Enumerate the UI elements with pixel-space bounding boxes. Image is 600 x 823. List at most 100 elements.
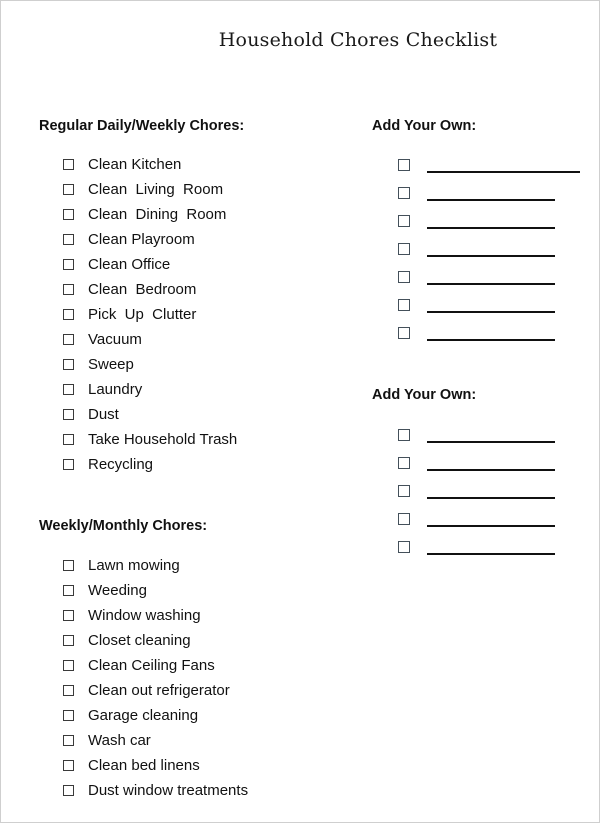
checklist-item-label: Closet cleaning [88, 632, 191, 649]
checkbox[interactable] [63, 209, 74, 220]
blank-checklist-item [398, 291, 580, 319]
write-in-line[interactable] [427, 199, 555, 201]
write-in-line[interactable] [427, 553, 555, 555]
blank-checklist-item [398, 151, 580, 179]
checklist-item: Take Household Trash [63, 427, 237, 452]
checkbox[interactable] [398, 187, 410, 199]
checkbox[interactable] [63, 234, 74, 245]
checkbox[interactable] [398, 159, 410, 171]
monthly-chores-list: Lawn mowing Weeding Window washing Closet c… [63, 553, 248, 803]
checklist-item-label: Lawn mowing [88, 557, 180, 574]
checklist-item: Clean Ceiling Fans [63, 653, 248, 678]
write-in-line[interactable] [427, 525, 555, 527]
checkbox[interactable] [63, 610, 74, 621]
checklist-item: Clean Bedroom [63, 277, 237, 302]
checkbox[interactable] [63, 785, 74, 796]
checkbox[interactable] [63, 685, 74, 696]
checkbox[interactable] [63, 184, 74, 195]
checklist-item-label: Clean Bedroom [88, 281, 197, 298]
checkbox[interactable] [63, 284, 74, 295]
checkbox[interactable] [63, 585, 74, 596]
checklist-item-label: Take Household Trash [88, 431, 238, 448]
write-in-line[interactable] [427, 227, 555, 229]
checklist-item-label: Wash car [88, 732, 151, 749]
checkbox[interactable] [63, 560, 74, 571]
write-in-line[interactable] [427, 469, 555, 471]
checkbox[interactable] [63, 409, 74, 420]
checklist-item-label: Clean out refrigerator [88, 682, 230, 699]
checklist-item-label: Pick Up Clutter [88, 306, 197, 323]
checkbox[interactable] [63, 434, 74, 445]
checklist-item: Clean Kitchen [63, 152, 237, 177]
checkbox[interactable] [398, 271, 410, 283]
blank-checklist-item [398, 533, 555, 561]
checklist-item: Clean bed linens [63, 753, 248, 778]
regular-chores-heading: Regular Daily/Weekly Chores: [39, 118, 245, 134]
write-in-line[interactable] [427, 311, 555, 313]
blank-checklist-item [398, 477, 555, 505]
document-title: Household Chores Checklist [218, 29, 498, 51]
checklist-item: Clean Playroom [63, 227, 237, 252]
checkbox[interactable] [398, 485, 410, 497]
checkbox[interactable] [398, 429, 410, 441]
monthly-chores-heading: Weekly/Monthly Chores: [39, 518, 208, 534]
checkbox[interactable] [63, 459, 74, 470]
checkbox[interactable] [63, 334, 74, 345]
checklist-item-label: Window washing [88, 607, 201, 624]
write-in-line[interactable] [427, 497, 555, 499]
checklist-item: Garage cleaning [63, 703, 248, 728]
checklist-item-label: Garage cleaning [88, 707, 199, 724]
checklist-item-label: Clean Kitchen [88, 156, 182, 173]
write-in-line[interactable] [427, 441, 555, 443]
checklist-item: Clean Office [63, 252, 237, 277]
checkbox[interactable] [398, 541, 410, 553]
checkbox[interactable] [398, 327, 410, 339]
checklist-item: Clean out refrigerator [63, 678, 248, 703]
checklist-item-label: Dust window treatments [88, 782, 249, 799]
write-in-line[interactable] [427, 339, 555, 341]
checkbox[interactable] [63, 159, 74, 170]
checkbox[interactable] [398, 215, 410, 227]
document-page: Household Chores Checklist Regular Daily… [0, 0, 600, 823]
checkbox[interactable] [63, 735, 74, 746]
write-in-line[interactable] [427, 283, 555, 285]
write-in-line[interactable] [427, 171, 580, 173]
add-your-own-list-2 [398, 421, 555, 561]
checklist-item: Laundry [63, 377, 237, 402]
blank-checklist-item [398, 505, 555, 533]
checklist-item: Dust window treatments [63, 778, 248, 803]
blank-checklist-item [398, 421, 555, 449]
checkbox[interactable] [63, 359, 74, 370]
checklist-item-label: Sweep [88, 356, 134, 373]
blank-checklist-item [398, 235, 580, 263]
checkbox[interactable] [63, 635, 74, 646]
checkbox[interactable] [63, 259, 74, 270]
checkbox[interactable] [63, 309, 74, 320]
checklist-item-label: Vacuum [88, 331, 142, 348]
checkbox[interactable] [63, 384, 74, 395]
checkbox[interactable] [63, 660, 74, 671]
checkbox[interactable] [398, 513, 410, 525]
checkbox[interactable] [398, 457, 410, 469]
checklist-item-label: Dust [88, 406, 119, 423]
blank-checklist-item [398, 179, 580, 207]
add-your-own-list-1 [398, 151, 580, 347]
checkbox[interactable] [398, 299, 410, 311]
checklist-item-label: Clean Playroom [88, 231, 195, 248]
checklist-item-label: Weeding [88, 582, 147, 599]
checkbox[interactable] [63, 760, 74, 771]
checklist-item-label: Clean Dining Room [88, 206, 227, 223]
checklist-item-label: Clean Ceiling Fans [88, 657, 215, 674]
checklist-item: Pick Up Clutter [63, 302, 237, 327]
checkbox[interactable] [63, 710, 74, 721]
checklist-item-label: Clean bed linens [88, 757, 200, 774]
checklist-item: Vacuum [63, 327, 237, 352]
checklist-item: Closet cleaning [63, 628, 248, 653]
checkbox[interactable] [398, 243, 410, 255]
checklist-item: Weeding [63, 578, 248, 603]
blank-checklist-item [398, 319, 580, 347]
regular-chores-list: Clean Kitchen Clean Living Room Clean Dini… [63, 152, 237, 477]
checklist-item: Lawn mowing [63, 553, 248, 578]
checklist-item-label: Clean Office [88, 256, 171, 273]
write-in-line[interactable] [427, 255, 555, 257]
